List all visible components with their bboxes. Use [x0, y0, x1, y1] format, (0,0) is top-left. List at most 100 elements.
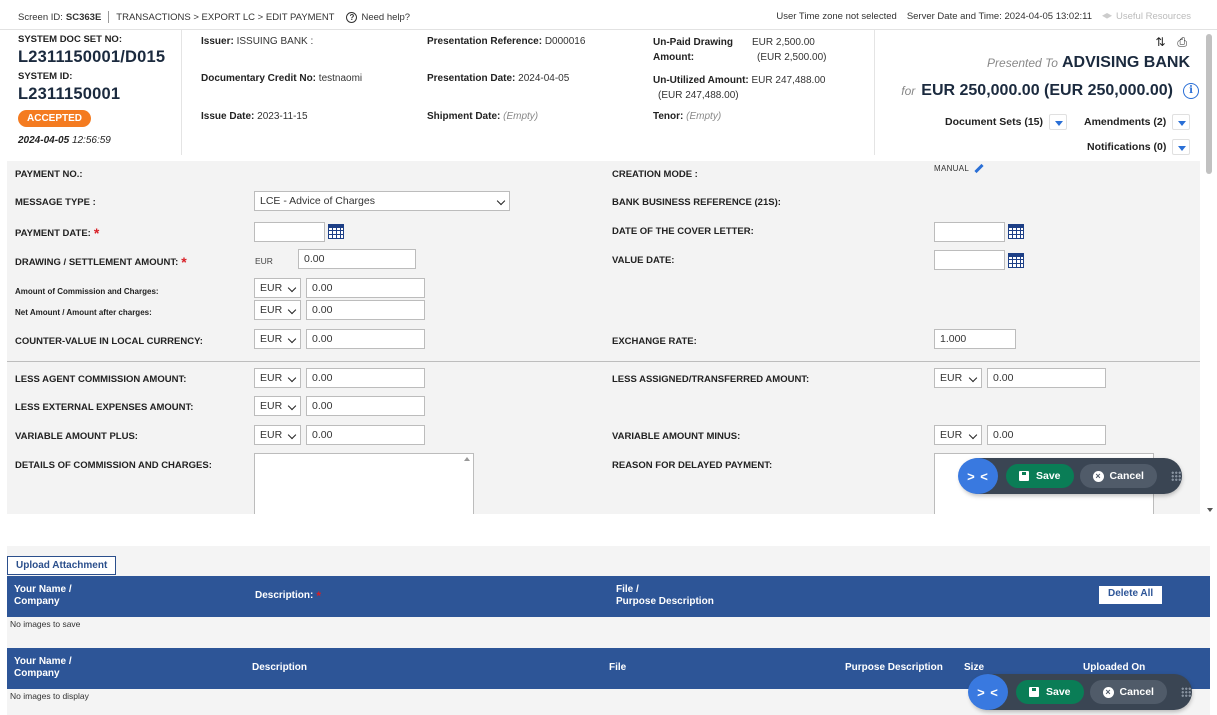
help-link[interactable]: ? Need help? [346, 11, 410, 23]
cover-letter-date-input[interactable] [934, 222, 1005, 242]
header-date: 2024-04-05 [18, 135, 70, 146]
less-agent-label: LESS AGENT COMMISSION AMOUNT: [15, 374, 187, 385]
var-plus-input[interactable]: 0.00 [306, 425, 425, 445]
exchange-rate-input[interactable]: 1.000 [934, 329, 1016, 349]
presented-to-label: Presented To [987, 56, 1058, 70]
less-external-input[interactable]: 0.00 [306, 396, 425, 416]
header-datetime: 2024-04-05 12:56:59 [18, 135, 183, 146]
message-type-select[interactable]: LCE - Advice of Charges [254, 191, 510, 211]
net-amount-input[interactable]: 0.00 [306, 300, 425, 320]
less-agent-currency-select[interactable]: EUR [254, 368, 301, 388]
useful-resources-link[interactable]: Useful Resources [1102, 11, 1191, 22]
chevron-down-icon[interactable] [1172, 139, 1191, 155]
pres-date-field: Presentation Date: 2024-04-05 [427, 73, 570, 84]
top-bar: Screen ID: SC363E TRANSACTIONS > EXPORT … [0, 0, 1217, 30]
print-icon[interactable]: ⎙ [1177, 35, 1187, 50]
bank-ref-label: BANK BUSINESS REFERENCE (21S): [612, 197, 781, 208]
pencil-icon[interactable] [974, 163, 984, 174]
var-plus-currency-select[interactable]: EUR [254, 425, 301, 445]
graduation-cap-icon [1102, 13, 1113, 19]
header-time: 12:56:59 [71, 135, 111, 146]
col-description: Description [252, 662, 308, 673]
scroll-down-icon[interactable] [1207, 508, 1213, 512]
payment-no-label: PAYMENT NO.: [15, 169, 83, 180]
breadcrumb[interactable]: TRANSACTIONS > EXPORT LC > EDIT PAYMENT [116, 12, 334, 23]
delete-all-button[interactable]: Delete All [1099, 586, 1163, 604]
calendar-icon[interactable] [1008, 253, 1024, 268]
close-icon: × [1102, 686, 1114, 698]
divider [181, 30, 182, 155]
drawing-amount-input[interactable]: 0.00 [298, 249, 416, 269]
docset-label: SYSTEM DOC SET NO: [18, 34, 122, 45]
less-agent-input[interactable]: 0.00 [306, 368, 425, 388]
page-scrollbar[interactable] [1203, 30, 1217, 514]
resources-label: Useful Resources [1116, 11, 1191, 22]
var-minus-input[interactable]: 0.00 [987, 425, 1106, 445]
col-purpose: Purpose Description [845, 662, 943, 673]
value-date-input[interactable] [934, 250, 1005, 270]
less-external-label: LESS EXTERNAL EXPENSES AMOUNT: [15, 402, 194, 413]
presented-bank: ADVISING BANK [1061, 54, 1190, 71]
calendar-icon[interactable] [328, 224, 344, 239]
value-date-label: VALUE DATE: [612, 255, 675, 266]
less-external-currency-select[interactable]: EUR [254, 396, 301, 416]
dc-field: Documentary Credit No: testnaomi [201, 73, 363, 84]
chevron-down-icon[interactable] [1049, 114, 1068, 130]
info-icon[interactable]: i [1183, 83, 1199, 99]
toggle-actions-button[interactable]: > < [958, 458, 998, 494]
floppy-disk-icon [1019, 471, 1029, 481]
save-button[interactable]: Save [1016, 680, 1084, 704]
counter-value-label: COUNTER-VALUE IN LOCAL CURRENCY: [15, 336, 203, 347]
drag-handle-icon[interactable] [1180, 687, 1191, 697]
var-minus-currency-select[interactable]: EUR [934, 425, 982, 445]
net-currency-select[interactable]: EUR [254, 300, 301, 320]
less-assigned-currency-select[interactable]: EUR [934, 368, 982, 388]
save-button[interactable]: Save [1006, 464, 1074, 488]
doc-set-summary: SYSTEM DOC SET NO: L2311150001/D015 SYST… [18, 34, 183, 146]
less-assigned-input[interactable]: 0.00 [987, 368, 1106, 388]
docset-number: L2311150001/D015 [18, 48, 166, 66]
cancel-button[interactable]: × Cancel [1089, 680, 1167, 704]
payment-date-input[interactable] [254, 222, 325, 242]
action-bar: > < Save × Cancel [958, 458, 1182, 494]
tenor-field: Tenor: (Empty) [653, 111, 722, 122]
no-images-to-save: No images to save [10, 619, 81, 629]
amendments-dropdown[interactable]: Amendments (2) [1084, 114, 1191, 130]
var-minus-label: VARIABLE AMOUNT MINUS: [612, 431, 741, 442]
chevron-down-icon[interactable] [1172, 114, 1191, 130]
required-icon: * [181, 254, 187, 270]
presented-to: Presented To ADVISING BANK [987, 54, 1190, 72]
divider [874, 30, 875, 155]
col-uploaded-on: Uploaded On [1083, 662, 1146, 673]
calendar-icon[interactable] [1008, 224, 1024, 239]
counter-currency-select[interactable]: EUR [254, 329, 301, 349]
details-commission-textarea[interactable] [254, 453, 474, 514]
shipment-date-field: Shipment Date: (Empty) [427, 111, 539, 122]
notifications-dropdown[interactable]: Notifications (0) [1087, 139, 1191, 155]
cancel-button[interactable]: × Cancel [1079, 464, 1157, 488]
scrollbar-thumb[interactable] [1206, 34, 1212, 174]
net-amount-label: Net Amount / Amount after charges: [15, 308, 152, 317]
pres-ref-field: Presentation Reference: D000016 [427, 36, 586, 47]
sort-icon[interactable]: ⇅ [1155, 35, 1165, 50]
toggle-actions-button[interactable]: > < [968, 674, 1008, 710]
commission-currency-select[interactable]: EUR [254, 278, 301, 298]
header-icons: ⇅ ⎙ [1143, 35, 1187, 50]
scroll-up-icon[interactable] [464, 457, 470, 461]
attachments-upload-header: Your Name / Company Description: * File / P… [7, 576, 1210, 617]
no-images-to-display: No images to display [10, 691, 89, 701]
issuer-field: Issuer: ISSUING BANK : [201, 36, 314, 47]
server-time: Server Date and Time: 2024-04-05 13:02:1… [906, 11, 1093, 22]
exchange-rate-label: EXCHANGE RATE: [612, 336, 697, 347]
reason-delay-label: REASON FOR DELAYED PAYMENT: [612, 460, 773, 471]
commission-label: Amount of Commission and Charges: [15, 287, 159, 296]
counter-value-input[interactable]: 0.00 [306, 329, 425, 349]
commission-amount-input[interactable]: 0.00 [306, 278, 425, 298]
drag-handle-icon[interactable] [1170, 471, 1181, 481]
unpaid-value: EUR 2,500.00 (EUR 2,500.00) [752, 37, 827, 63]
upload-attachment-button[interactable]: Upload Attachment [7, 556, 117, 575]
screen-id: SC363E [65, 11, 102, 23]
document-sets-dropdown[interactable]: Document Sets (15) [945, 114, 1068, 130]
top-bar-right: User Time zone not selected Server Date … [776, 11, 1191, 22]
details-commission-label: DETAILS OF COMMISSION AND CHARGES: [15, 460, 212, 471]
